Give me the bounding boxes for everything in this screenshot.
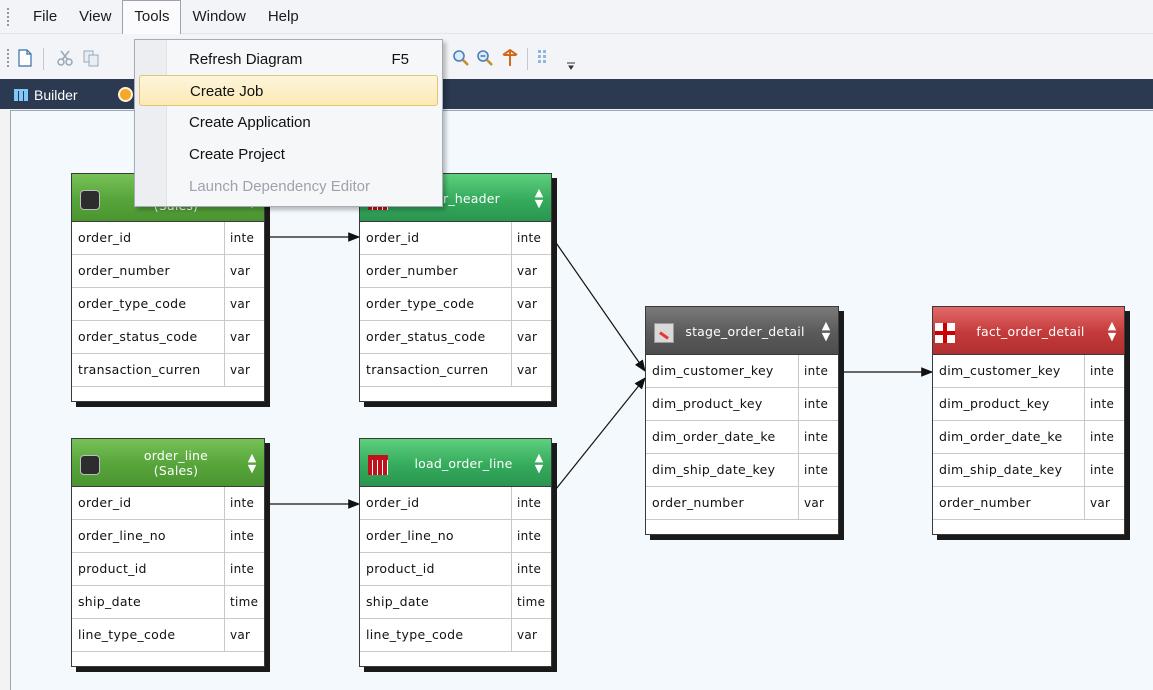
cut-icon[interactable] (56, 49, 74, 67)
menu-file[interactable]: File (22, 0, 68, 34)
table-row[interactable]: order_type_code var (360, 288, 551, 321)
menu-window[interactable]: Window (181, 0, 256, 34)
copy-icon[interactable] (82, 49, 100, 67)
table-row[interactable]: order_id inte (72, 222, 264, 255)
table-row[interactable]: dim_customer_key inte (646, 355, 838, 388)
sort-arrows-icon[interactable]: ▲▼ (533, 187, 545, 209)
table-row[interactable]: order_status_code var (72, 321, 264, 354)
menubar-grip[interactable] (6, 6, 10, 27)
menu-item-launch-dependency-editor[interactable]: Launch Dependency Editor (139, 171, 438, 202)
new-document-icon[interactable] (16, 49, 34, 67)
table-row[interactable]: order_line_no inte (360, 520, 551, 553)
table-row[interactable]: dim_ship_date_key inte (646, 454, 838, 487)
table-row[interactable]: dim_order_date_ke inte (933, 421, 1124, 454)
database-table-icon (80, 455, 100, 475)
table-row[interactable]: order_id inte (360, 222, 551, 255)
application-window: File View Tools Window Help Builder orde… (0, 0, 1153, 690)
zoom-out-icon[interactable] (476, 49, 494, 67)
sort-arrows-icon[interactable]: ▲▼ (820, 320, 832, 342)
toolbar-separator (43, 48, 44, 70)
table-header[interactable]: stage_order_detail ▲ ▼ (646, 307, 838, 355)
table-row[interactable]: transaction_curren var (360, 354, 551, 387)
menu-item-create-application[interactable]: Create Application (139, 107, 438, 138)
table-order-header-source[interactable]: orc (Sales) ▲▼ order_idinte order_number… (71, 173, 265, 402)
load-table-icon (368, 455, 388, 475)
table-row[interactable]: order_status_code var (360, 321, 551, 354)
tab-builder-label: Builder (34, 87, 78, 103)
table-row[interactable]: order_type_code var (72, 288, 264, 321)
tools-menu-dropdown: Refresh Diagram F5 Create Job Create App… (134, 39, 443, 207)
table-row[interactable]: dim_product_key inte (646, 388, 838, 421)
table-load-order-line[interactable]: load_order_line ▲ ▼ order_id inte order_li… (359, 438, 552, 667)
menu-item-refresh-diagram[interactable]: Refresh Diagram F5 (139, 44, 438, 75)
table-row[interactable]: dim_product_key inte (933, 388, 1124, 421)
table-row[interactable]: product_id inte (360, 553, 551, 586)
table-title: order_line (Sales) (143, 448, 209, 478)
menu-help[interactable]: Help (257, 0, 310, 34)
overflow-icon[interactable] (562, 56, 580, 74)
sort-arrows-icon[interactable]: ▲▼ (246, 452, 258, 474)
table-row[interactable]: order_number var (933, 487, 1124, 520)
table-row[interactable]: dim_order_date_ke inte (646, 421, 838, 454)
sort-arrows-icon[interactable]: ▲▼ (533, 452, 545, 474)
menu-view[interactable]: View (68, 0, 122, 34)
grid-icon[interactable] (536, 49, 554, 67)
menu-item-create-project[interactable]: Create Project (139, 139, 438, 170)
table-header[interactable]: fact_order_detail ▲ ▼ (933, 307, 1124, 355)
table-title: stage_order_detail (685, 323, 805, 339)
pan-icon[interactable] (501, 48, 519, 67)
builder-grid-icon (14, 89, 28, 101)
table-row[interactable]: order_line_no inte (72, 520, 264, 553)
table-row[interactable]: dim_customer_key inte (933, 355, 1124, 388)
menu-bar: File View Tools Window Help (0, 0, 1153, 34)
table-stage-order-detail[interactable]: stage_order_detail ▲ ▼ dim_customer_key in… (645, 306, 839, 535)
table-row[interactable]: ship_date time (360, 586, 551, 619)
table-row[interactable]: order_id inte (360, 487, 551, 520)
table-title: fact_order_detail (976, 323, 1085, 339)
table-row[interactable]: ship_date time (72, 586, 264, 619)
stage-table-icon (654, 323, 674, 343)
table-row[interactable]: dim_ship_date_key inte (933, 454, 1124, 487)
table-row[interactable]: order_number var (72, 255, 264, 288)
table-row[interactable]: line_type_code var (360, 619, 551, 652)
database-table-icon (80, 190, 100, 210)
zoom-in-icon[interactable] (452, 49, 470, 67)
sort-arrows-icon[interactable]: ▲▼ (1106, 320, 1118, 342)
table-row[interactable]: product_id inte (72, 553, 264, 586)
table-title: load_order_line (414, 455, 513, 471)
shortcut-label: F5 (391, 51, 409, 68)
menu-item-create-job[interactable]: Create Job (139, 75, 438, 106)
table-header[interactable]: load_order_line ▲ ▼ (360, 439, 551, 487)
table-order-line-source[interactable]: order_line (Sales) ▲ ▼ order_id inte order… (71, 438, 265, 667)
table-header[interactable]: order_line (Sales) ▲ ▼ (72, 439, 264, 487)
table-row[interactable]: line_type_code var (72, 619, 264, 652)
toolbar-grip[interactable] (6, 48, 10, 68)
tab-builder[interactable]: Builder (14, 85, 78, 105)
toolbar-separator (527, 48, 528, 70)
table-row[interactable]: order_number var (646, 487, 838, 520)
table-row[interactable]: order_number var (360, 255, 551, 288)
scheduler-clock-icon[interactable] (118, 87, 133, 102)
fact-table-icon (935, 323, 955, 343)
table-row[interactable]: order_id inte (72, 487, 264, 520)
table-load-order-header[interactable]: der_header ▲ ▼ order_id inte order_number v… (359, 173, 552, 402)
table-row[interactable]: transaction_curren var (72, 354, 264, 387)
table-fact-order-detail[interactable]: fact_order_detail ▲ ▼ dim_customer_key int… (932, 306, 1125, 535)
menu-tools[interactable]: Tools (122, 0, 182, 34)
